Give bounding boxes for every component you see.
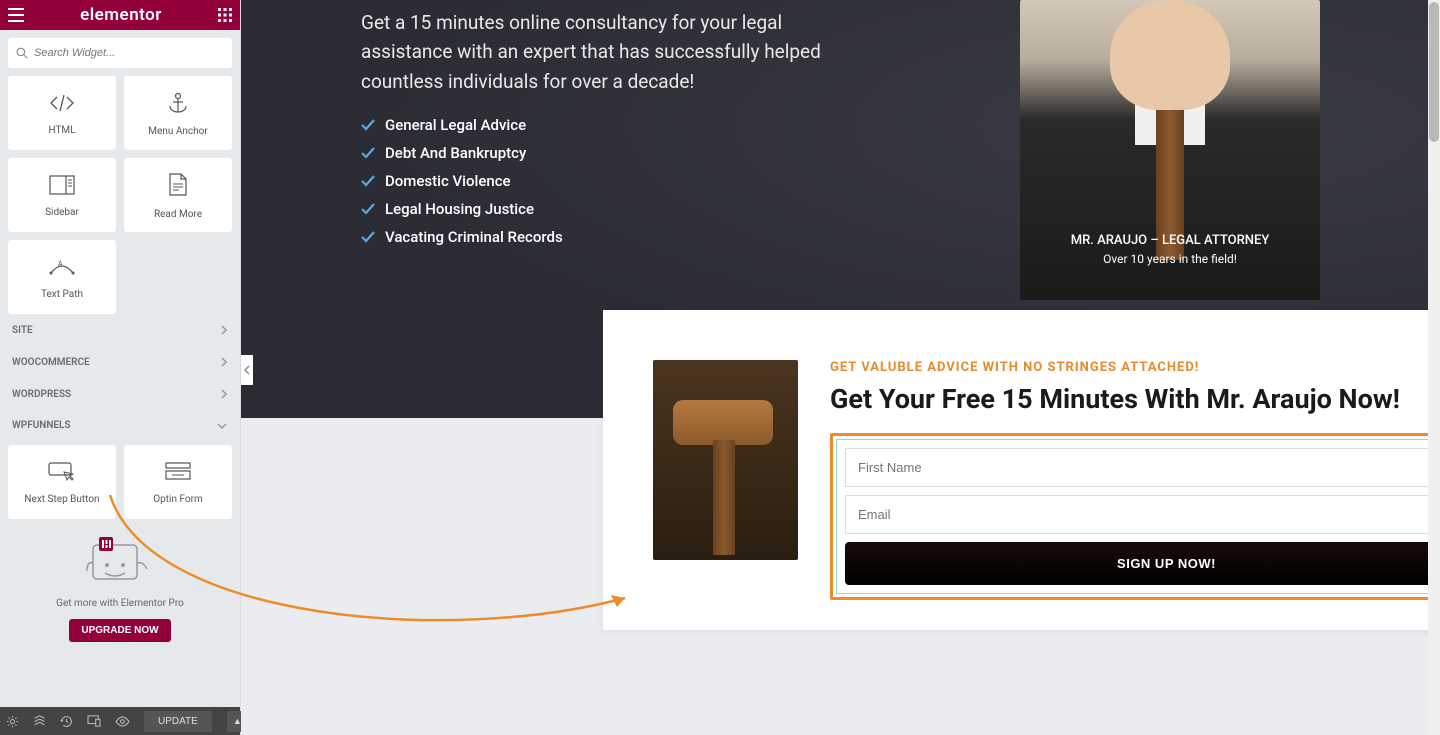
elementor-panel: elementor HTML Menu Anchor Sidebar [0, 0, 241, 735]
check-icon [361, 175, 375, 187]
widget-read-more[interactable]: Read More [124, 158, 232, 232]
update-button[interactable]: UPDATE [144, 711, 212, 732]
chevron-right-icon [220, 356, 228, 368]
widget-menu-anchor[interactable]: Menu Anchor [124, 76, 232, 150]
lawyer-name: MR. ARAUJO – LEGAL ATTORNEY [1020, 233, 1320, 248]
upgrade-button[interactable]: UPGRADE NOW [69, 619, 170, 642]
panel-header: elementor [0, 0, 240, 30]
check-icon [361, 231, 375, 243]
button-cursor-icon [48, 462, 76, 486]
category-site[interactable]: SITE [0, 314, 240, 346]
signup-button[interactable]: SIGN UP NOW! [845, 542, 1440, 585]
text-path-icon: A [49, 257, 75, 281]
document-icon [168, 173, 188, 201]
navigator-icon[interactable] [33, 715, 46, 728]
chevron-right-icon [220, 388, 228, 400]
editor-canvas[interactable]: Get a 15 minutes online consultancy for … [241, 0, 1440, 735]
code-icon [49, 93, 75, 117]
check-icon [361, 147, 375, 159]
widget-next-step-button[interactable]: Next Step Button [8, 445, 116, 519]
settings-icon[interactable] [6, 715, 19, 728]
responsive-icon[interactable] [87, 715, 101, 727]
hero-checklist: General Legal Advice Debt And Bankruptcy… [361, 116, 831, 246]
form-title: Get Your Free 15 Minutes With Mr. Araujo… [830, 383, 1440, 415]
hamburger-menu-icon[interactable] [8, 8, 24, 22]
gavel-image [653, 360, 798, 560]
panel-collapse-handle[interactable] [241, 355, 253, 385]
scrollbar-thumb[interactable] [1429, 2, 1439, 142]
promo-text: Get more with Elementor Pro [56, 598, 184, 609]
email-input[interactable] [845, 495, 1440, 534]
promo-illustration [85, 535, 155, 590]
widget-search[interactable] [8, 38, 232, 68]
svg-text:A: A [58, 260, 63, 268]
anchor-icon [167, 92, 189, 118]
panel-footer: UPDATE ▲ [0, 707, 240, 735]
form-eyebrow: GET VALUBLE ADVICE WITH NO STRINGES ATTA… [830, 360, 1440, 375]
widgets-grid-icon[interactable] [218, 8, 232, 22]
optin-form-widget[interactable]: SIGN UP NOW! [830, 433, 1440, 600]
lawyer-portrait-box: MR. ARAUJO – LEGAL ATTORNEY Over 10 year… [1020, 0, 1320, 300]
widget-sidebar[interactable]: Sidebar [8, 158, 116, 232]
category-woocommerce[interactable]: WOOCOMMERCE [0, 346, 240, 378]
promo-box: Get more with Elementor Pro UPGRADE NOW [0, 523, 240, 654]
chevron-right-icon [220, 324, 228, 336]
scrollbar[interactable] [1428, 0, 1440, 735]
category-wpfunnels[interactable]: WPFUNNELS [0, 410, 240, 441]
search-input[interactable] [34, 47, 224, 59]
elementor-logo: elementor [80, 5, 162, 25]
chevron-down-icon [216, 422, 228, 430]
widget-text-path[interactable]: A Text Path [8, 240, 116, 314]
history-icon[interactable] [60, 715, 73, 728]
hero-description: Get a 15 minutes online consultancy for … [361, 8, 831, 96]
widget-html[interactable]: HTML [8, 76, 116, 150]
category-wordpress[interactable]: WORDPRESS [0, 378, 240, 410]
form-icon [165, 462, 191, 486]
check-icon [361, 119, 375, 131]
search-icon [16, 47, 28, 59]
lawyer-subcaption: Over 10 years in the field! [1020, 252, 1320, 266]
check-icon [361, 203, 375, 215]
widget-optin-form[interactable]: Optin Form [124, 445, 232, 519]
first-name-input[interactable] [845, 448, 1440, 487]
optin-form-section[interactable]: GET VALUBLE ADVICE WITH NO STRINGES ATTA… [603, 310, 1440, 630]
preview-icon[interactable] [115, 716, 130, 727]
sidebar-layout-icon [49, 175, 75, 199]
